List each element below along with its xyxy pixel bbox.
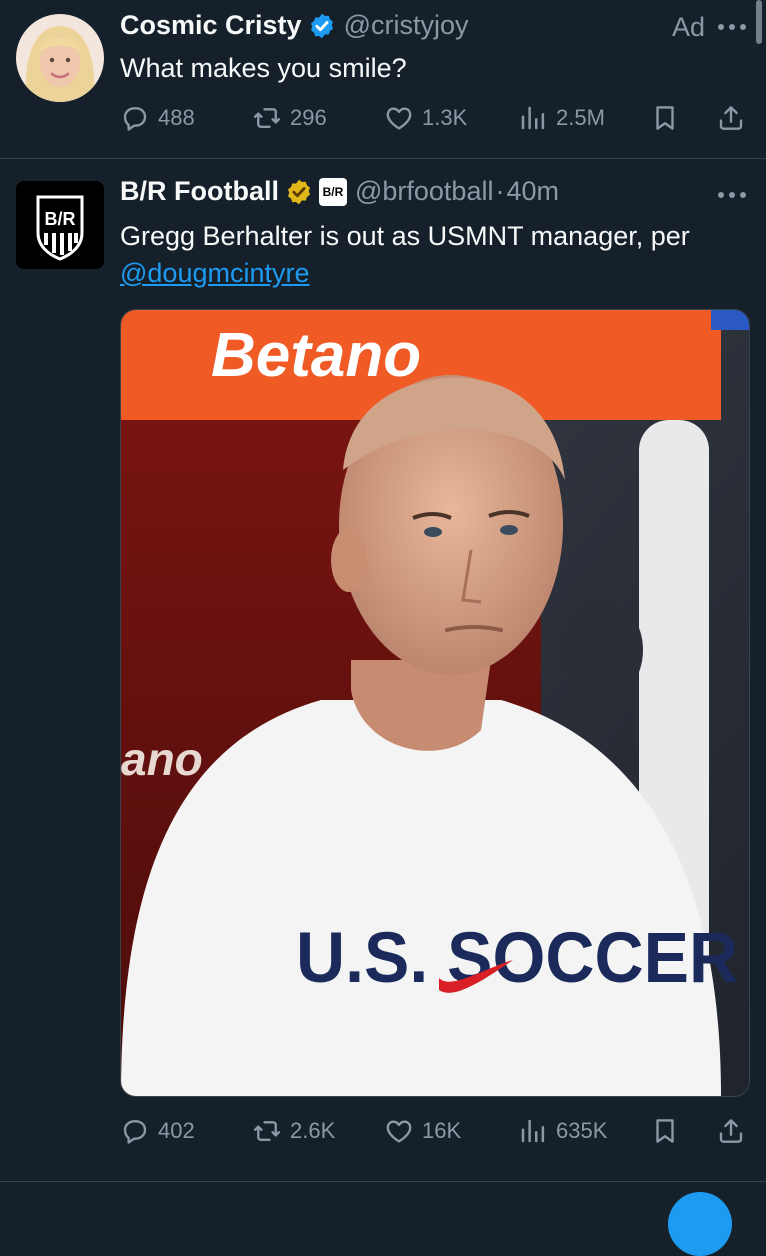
author-row: Cosmic Cristy @cristyjoy [120,10,469,41]
share-icon [716,103,746,133]
action-bar: 488 296 1.3K 2.5M [120,98,750,138]
like-icon [384,1116,414,1146]
image-sponsor-banner-text: Betano [211,321,421,390]
separator: · [495,176,505,206]
reply-button[interactable]: 488 [120,98,195,138]
reply-icon [120,103,150,133]
views-count: 2.5M [556,105,605,130]
views-icon [518,1116,548,1146]
share-button[interactable] [716,1111,746,1151]
reply-icon [120,1116,150,1146]
tweet-text-body: Gregg Berhalter is out as USMNT manager,… [120,221,690,251]
tweet-text: Gregg Berhalter is out as USMNT manager,… [120,218,740,292]
ad-tweet[interactable]: Cosmic Cristy @cristyjoy Ad What makes y… [0,0,766,158]
like-button[interactable]: 16K [384,1111,461,1151]
reply-count: 488 [158,105,195,130]
action-bar: 402 2.6K 16K 635K [120,1111,750,1151]
handle[interactable]: @brfootball [355,176,493,207]
bookmark-icon [650,1116,680,1146]
display-name[interactable]: B/R Football [120,176,279,207]
tweet-text: What makes you smile? [120,53,407,83]
like-button[interactable]: 1.3K [384,98,467,138]
image-board-fragment-text: ano [121,733,203,785]
views-count: 635K [556,1118,608,1143]
mention-link[interactable]: @dougmcintyre [120,258,310,288]
affiliate-badge[interactable]: B/R [318,177,347,206]
avatar[interactable]: B/R [16,181,104,269]
news-tweet[interactable]: B/R B/R Football B/R @brfootball · 40m G… [0,159,766,1181]
repost-button[interactable]: 296 [252,98,327,138]
verified-badge-icon [310,13,333,38]
share-button[interactable] [716,98,746,138]
repost-count: 2.6K [290,1118,336,1143]
bookmark-button[interactable] [650,1111,680,1151]
more-options-icon[interactable] [718,185,746,205]
verified-gold-badge-icon [288,179,310,204]
reply-button[interactable]: 402 [120,1111,195,1151]
image-shirt-text: U.S. SOCCER [296,917,738,997]
author-row: B/R Football B/R @brfootball · 40m [120,176,559,207]
views-button[interactable]: 635K [518,1111,607,1151]
floating-compose-button-edge[interactable] [668,1192,732,1256]
views-button[interactable]: 2.5M [518,98,605,138]
reply-count: 402 [158,1118,195,1143]
views-icon [518,103,548,133]
more-options-icon[interactable] [718,17,746,37]
repost-icon [252,1116,282,1146]
ad-label: Ad [672,12,706,42]
avatar-logo-text: B/R [45,209,76,229]
repost-count: 296 [290,105,327,130]
like-icon [384,103,414,133]
divider [0,1181,766,1182]
handle[interactable]: @cristyjoy [344,10,469,41]
bookmark-icon [650,103,680,133]
like-count: 16K [422,1118,462,1143]
like-count: 1.3K [422,105,468,130]
share-icon [716,1116,746,1146]
repost-button[interactable]: 2.6K [252,1111,335,1151]
bookmark-button[interactable] [650,98,680,138]
tweet-image[interactable]: Betano ano U.S. SOCCER [120,309,750,1097]
repost-icon [252,103,282,133]
avatar[interactable] [16,14,104,102]
timestamp[interactable]: 40m [506,176,559,207]
display-name[interactable]: Cosmic Cristy [120,10,302,41]
